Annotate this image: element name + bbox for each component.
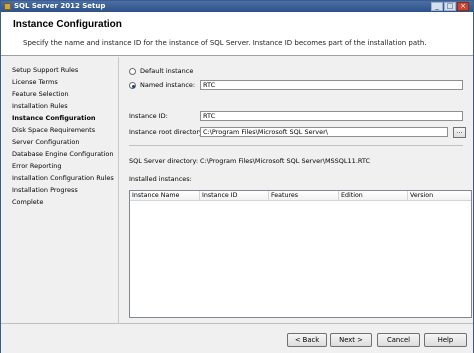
named-instance-radio[interactable] bbox=[129, 82, 136, 89]
sidebar-item-complete[interactable]: Complete bbox=[12, 198, 43, 206]
sidebar-item-database-engine-configuration[interactable]: Database Engine Configuration bbox=[12, 150, 114, 158]
steps-sidebar: Setup Support Rules License Terms Featur… bbox=[1, 57, 119, 323]
column-instance-name[interactable]: Instance Name bbox=[130, 191, 200, 201]
sql-server-directory-value: C:\Program Files\Microsoft SQL Server\MS… bbox=[200, 157, 371, 165]
table-header: Instance Name Instance ID Features Editi… bbox=[130, 191, 471, 201]
page-header: Instance Configuration Specify the name … bbox=[1, 12, 473, 56]
back-button[interactable]: < Back bbox=[287, 333, 327, 347]
browse-button[interactable]: ... bbox=[453, 127, 466, 138]
sql-server-directory-label: SQL Server directory: bbox=[129, 157, 199, 165]
section-divider bbox=[129, 145, 463, 146]
sidebar-item-installation-progress[interactable]: Installation Progress bbox=[12, 186, 78, 194]
column-instance-id[interactable]: Instance ID bbox=[200, 191, 269, 201]
help-button[interactable]: Help bbox=[424, 333, 467, 347]
title-bar[interactable]: SQL Server 2012 Setup _ □ × bbox=[1, 1, 473, 12]
sidebar-item-installation-rules[interactable]: Installation Rules bbox=[12, 102, 68, 110]
sidebar-item-feature-selection[interactable]: Feature Selection bbox=[12, 90, 69, 98]
sql-server-setup-icon bbox=[4, 3, 11, 10]
instance-root-directory-input[interactable]: C:\Program Files\Microsoft SQL Server\ bbox=[200, 127, 448, 137]
instance-id-input[interactable]: RTC bbox=[200, 111, 463, 121]
close-button[interactable]: × bbox=[457, 2, 469, 11]
default-instance-radio[interactable] bbox=[129, 68, 136, 75]
page-title: Instance Configuration bbox=[13, 19, 122, 30]
sidebar-item-license-terms[interactable]: License Terms bbox=[12, 78, 58, 86]
named-instance-label: Named instance: bbox=[140, 81, 196, 89]
installed-instances-table[interactable]: Instance Name Instance ID Features Editi… bbox=[129, 190, 472, 318]
page-description: Specify the name and instance ID for the… bbox=[23, 39, 427, 47]
minimize-button[interactable]: _ bbox=[431, 2, 443, 11]
column-version[interactable]: Version bbox=[408, 191, 472, 201]
window-title: SQL Server 2012 Setup bbox=[14, 2, 106, 10]
sidebar-item-setup-support-rules[interactable]: Setup Support Rules bbox=[12, 66, 78, 74]
sidebar-item-instance-configuration[interactable]: Instance Configuration bbox=[12, 114, 96, 122]
column-features[interactable]: Features bbox=[269, 191, 339, 201]
setup-window: SQL Server 2012 Setup _ □ × Instance Con… bbox=[0, 0, 474, 353]
maximize-button[interactable]: □ bbox=[444, 2, 456, 11]
sidebar-item-installation-configuration-rules[interactable]: Installation Configuration Rules bbox=[12, 174, 114, 182]
default-instance-label: Default instance bbox=[140, 67, 194, 75]
named-instance-input[interactable]: RTC bbox=[200, 80, 463, 90]
wizard-footer: < Back Next > Cancel Help bbox=[1, 323, 473, 353]
installed-instances-label: Installed instances: bbox=[129, 175, 192, 183]
sidebar-item-disk-space-requirements[interactable]: Disk Space Requirements bbox=[12, 126, 95, 134]
sidebar-item-error-reporting[interactable]: Error Reporting bbox=[12, 162, 62, 170]
instance-config-panel: Default instance Named instance: RTC Ins… bbox=[120, 57, 473, 323]
instance-root-directory-label: Instance root directory: bbox=[129, 128, 205, 136]
column-edition[interactable]: Edition bbox=[339, 191, 408, 201]
instance-id-label: Instance ID: bbox=[129, 112, 168, 120]
next-button[interactable]: Next > bbox=[330, 333, 372, 347]
sidebar-item-server-configuration[interactable]: Server Configuration bbox=[12, 138, 79, 146]
cancel-button[interactable]: Cancel bbox=[377, 333, 420, 347]
